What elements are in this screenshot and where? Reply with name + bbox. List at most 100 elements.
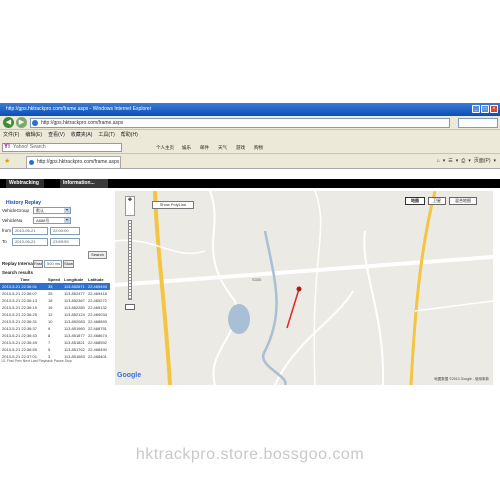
table-cell: 2013-5-21 22:36:07 [2,291,37,296]
menu-tools[interactable]: 工具(T) [98,130,114,141]
print-icon[interactable]: ⎙ [461,157,465,166]
browser-search-input[interactable] [458,118,498,128]
map-copyright: 地图数据 ©2013 Google - 使用条款 [434,377,489,381]
from-label: from [2,228,11,233]
vehicle-no-value: A888号 [36,218,50,223]
table-cell: 113.852367 [64,298,85,303]
to-label: To [2,239,7,244]
print-dropdown-icon[interactable]: ▾ [468,157,471,166]
favorites-star-icon[interactable]: ★ [4,157,10,165]
table-row[interactable]: 2013-5-21 22:36:31 10 113.852083 22.468893 [0,318,110,325]
chevron-down-icon: ▼ [64,208,70,213]
results-header: Time Speed Longitude Latitude [0,276,110,283]
table-cell: 7 [48,340,51,345]
toolbar-entertainment[interactable]: 娱乐 [182,144,191,152]
map-view[interactable]: S330 ✥ Show PolyLine 地图 卫星 混合地图 Google 地… [115,191,493,385]
table-row[interactable]: 2013-5-21 22:36:43 8 113.851877 22.468674 [0,332,110,339]
watermark: hktrackpro.store.bossgoo.com [135,446,365,463]
pan-control-icon[interactable]: ✥ [125,196,135,216]
home-dropdown-icon[interactable]: ▾ [443,157,446,166]
table-cell: 113.851877 [64,333,85,338]
address-bar[interactable]: http://gps.hktrackpro.com/frame.aspx [30,118,450,128]
table-row[interactable]: 2013-5-21 22:36:07 25 113.852477 22.469418 [0,290,110,297]
map-canvas: S330 [115,191,493,385]
menu-view[interactable]: 查看(V) [48,130,65,141]
from-time-input[interactable]: 22:00:00 [50,227,80,235]
from-date-input[interactable]: 2013-05-21 [12,227,48,235]
table-cell: 113.852124 [64,312,85,317]
window-title-bar: http://gps.hktrackpro.com/frame.aspx - W… [0,103,500,116]
table-row[interactable]: 2013-5-21 22:36:01 35 113.852671 22.469493 [0,283,110,290]
home-icon[interactable]: ⌂ [437,157,440,166]
table-row[interactable]: 2013-5-21 22:36:25 12 113.852124 22.469034 [0,311,110,318]
table-cell: 2013-5-21 22:36:13 [2,298,37,303]
feeds-dropdown-icon[interactable]: ▾ [456,157,459,166]
menu-bar: 文件(F) 编辑(E) 查看(V) 收藏夹(A) 工具(T) 帮助(H) [0,130,500,141]
zoom-thumb[interactable] [125,304,135,310]
menu-edit[interactable]: 编辑(E) [25,130,42,141]
vehicle-group-select[interactable]: 默认 ▼ [33,207,71,214]
table-cell: 113.852280 [64,305,85,310]
browser-tab[interactable]: http://gps.hktrackpro.com/frame.aspx [26,156,121,168]
close-button[interactable]: × [490,105,498,113]
toolbar-shopping[interactable]: 购物 [254,144,263,152]
to-time-input[interactable]: 23:59:59 [50,238,80,246]
minimize-button[interactable]: _ [472,105,480,113]
table-cell: 5 [48,347,51,352]
history-replay-panel: History Replay VehicleGroup 默认 ▼ Vehicle… [0,191,110,385]
replay-fast-button[interactable]: Fast [33,260,43,268]
feeds-icon[interactable]: ☰ [448,157,452,166]
playback-pager[interactable]: 1/1 First Prev Next Last Playback Pause … [1,359,72,363]
table-cell: 113.851762 [64,347,85,352]
to-date-input[interactable]: 2013-05-21 [12,238,48,246]
search-button[interactable]: Search [88,251,107,259]
river [261,230,287,385]
replay-slow-button[interactable]: Slow [63,260,74,268]
maximize-button[interactable]: □ [481,105,489,113]
tab-webtracking[interactable]: Webtracking [6,179,44,188]
menu-file[interactable]: 文件(F) [3,130,19,141]
table-cell: 113.851821 [64,340,85,345]
address-text: http://gps.hktrackpro.com/frame.aspx [41,120,124,126]
yahoo-toolbar: Y! Yahoo! Search 个人主页 娱乐 邮件 天气 游戏 购物 [0,141,500,154]
replay-interval-label: Replay Interval: [2,261,36,266]
page-menu[interactable]: 页面(P) [474,157,491,166]
col-longitude: Longitude [64,277,84,282]
zoom-control[interactable]: ✥ [125,196,135,310]
vehicle-group-label: VehicleGroup [2,208,30,213]
tab-information[interactable]: Information... [60,179,108,188]
toolbar-games[interactable]: 游戏 [236,144,245,152]
toolbar-mail[interactable]: 邮件 [200,144,209,152]
yahoo-search-box[interactable]: Y! Yahoo! Search [2,143,122,152]
menu-favorites[interactable]: 收藏夹(A) [71,130,93,141]
app-nav-bar: Webtracking Information... [0,179,500,188]
map-type-satellite[interactable]: 卫星 [428,197,446,205]
highway-left [153,191,172,385]
forward-icon[interactable]: ▶ [16,117,27,128]
address-row: ◀ ▶ http://gps.hktrackpro.com/frame.aspx [0,116,500,130]
menu-help[interactable]: 帮助(H) [121,130,138,141]
table-cell: 22.468490 [88,347,107,352]
map-type-map[interactable]: 地图 [405,197,425,205]
zoom-slider[interactable] [128,220,132,300]
table-row[interactable]: 2013-5-21 22:36:37 9 113.851960 22.468751 [0,325,110,332]
vehicle-marker-icon[interactable] [296,286,302,292]
table-cell: 22.469272 [88,298,107,303]
page-menu-dropdown-icon[interactable]: ▾ [493,157,496,166]
browser-window: http://gps.hktrackpro.com/frame.aspx - W… [0,103,500,385]
table-row[interactable]: 2013-5-21 22:36:13 18 113.852367 22.469272 [0,297,110,304]
table-cell: 2013-5-21 22:36:55 [2,347,37,352]
table-row[interactable]: 2013-5-21 22:36:49 7 113.851821 22.468592 [0,339,110,346]
table-row[interactable]: 2013-5-21 22:36:55 5 113.851762 22.468490 [0,346,110,353]
replay-interval-input[interactable]: 500 ms [44,260,62,268]
road-center [313,191,322,385]
toolbar-home[interactable]: 个人主页 [156,144,174,152]
show-polyline-button[interactable]: Show PolyLine [152,201,194,209]
table-cell: 16 [48,305,53,310]
panel-title: History Replay [6,200,42,206]
back-icon[interactable]: ◀ [3,117,14,128]
vehicle-no-select[interactable]: A888号 ▼ [33,217,71,224]
toolbar-weather[interactable]: 天气 [218,144,227,152]
table-row[interactable]: 2013-5-21 22:36:19 16 113.852280 22.469132 [0,304,110,311]
map-type-hybrid[interactable]: 混合地图 [449,197,477,205]
